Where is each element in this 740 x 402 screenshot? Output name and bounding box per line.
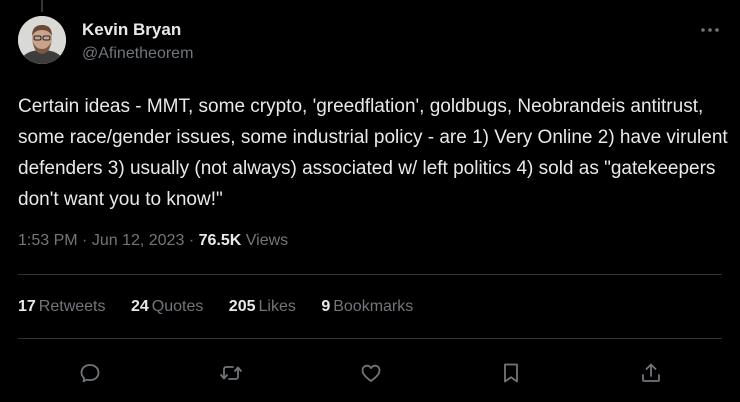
author-handle[interactable]: @Afinetheorem: [82, 45, 193, 63]
avatar[interactable]: [18, 16, 66, 64]
stat-retweets[interactable]: 17 Retweets: [18, 298, 106, 315]
stat-likes[interactable]: 205 Likes: [229, 298, 296, 315]
views-count: 76.5K: [198, 232, 242, 249]
avatar-image: [18, 16, 66, 64]
meta-separator: ·: [82, 232, 88, 249]
engagement-stats: 17 Retweets 24 Quotes 205 Likes 9 Bookmarks: [18, 298, 434, 316]
author-name[interactable]: Kevin Bryan: [82, 20, 181, 40]
bookmark-button[interactable]: [494, 356, 528, 390]
share-icon: [642, 363, 660, 382]
stat-bookmarks[interactable]: 9 Bookmarks: [321, 298, 413, 315]
tweet-header: Kevin Bryan @Afinetheorem: [18, 16, 726, 68]
action-bar: [0, 352, 740, 392]
reply-button[interactable]: [73, 356, 107, 390]
like-button[interactable]: [354, 356, 388, 390]
share-button[interactable]: [634, 356, 668, 390]
tweet-meta: 1:53 PM · Jun 12, 2023 · 76.5K Views: [18, 232, 288, 250]
retweet-button[interactable]: [214, 356, 248, 390]
tweet-time[interactable]: 1:53 PM: [18, 232, 78, 249]
views-label: Views: [245, 232, 289, 249]
reply-icon: [80, 364, 100, 383]
divider: [18, 338, 722, 339]
heart-icon: [361, 364, 381, 382]
more-horizontal-icon: [701, 28, 719, 32]
tweet-text: Certain ideas - MMT, some crypto, 'greed…: [18, 96, 733, 210]
bookmark-icon: [504, 363, 518, 383]
thread-connector-line: [41, 0, 43, 12]
divider: [18, 274, 722, 275]
meta-separator: ·: [188, 232, 195, 249]
more-options-button[interactable]: [698, 18, 722, 42]
retweet-icon: [220, 366, 242, 380]
tweet-date[interactable]: Jun 12, 2023: [92, 232, 185, 249]
stat-quotes[interactable]: 24 Quotes: [131, 298, 203, 315]
